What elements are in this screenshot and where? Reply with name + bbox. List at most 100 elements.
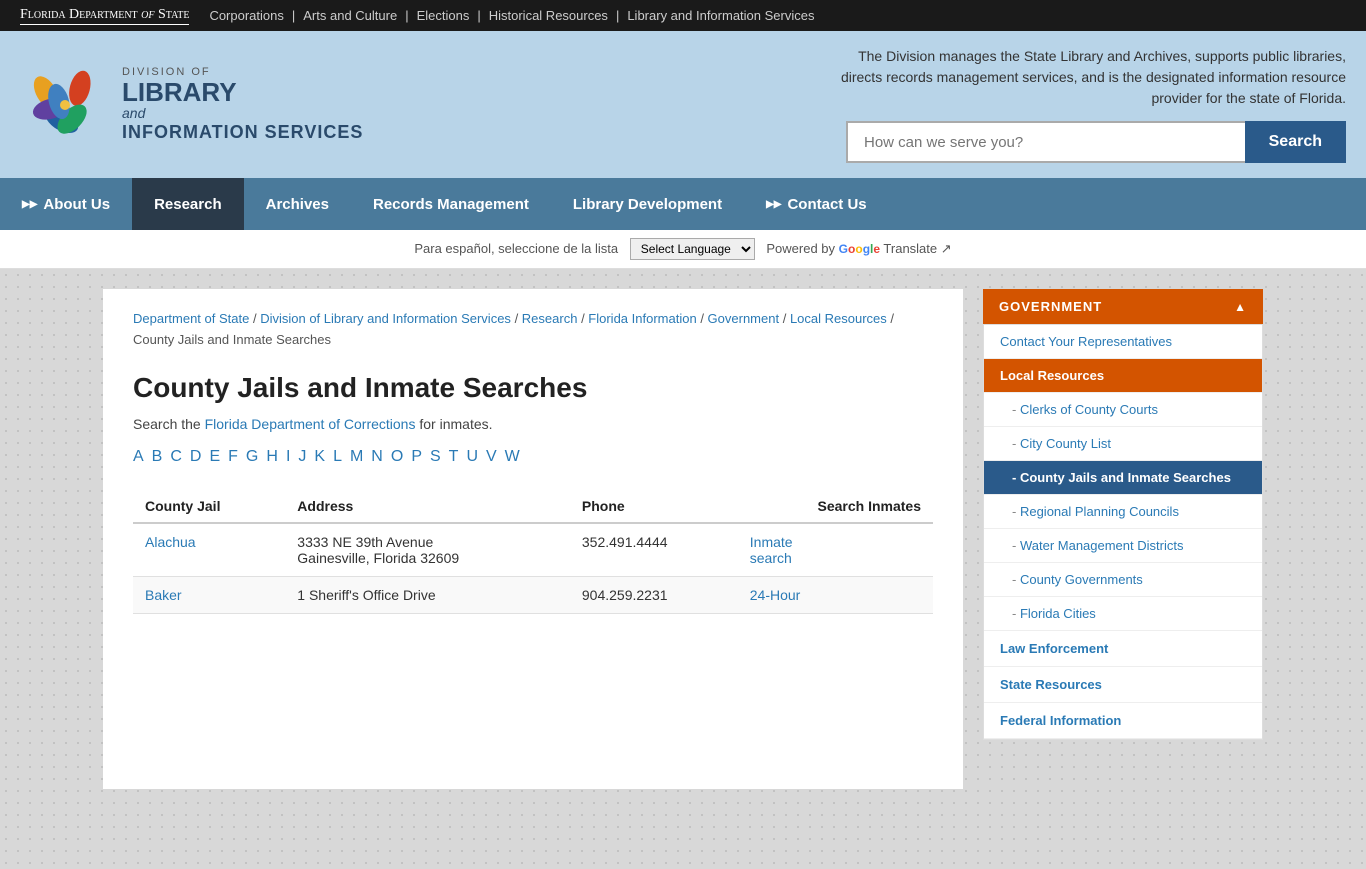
alpha-h[interactable]: H: [266, 448, 278, 466]
inmate-search-link-alachua[interactable]: Inmatesearch: [750, 534, 793, 566]
breadcrumb-research[interactable]: Research: [522, 311, 578, 326]
nav-archives[interactable]: Archives: [244, 178, 351, 230]
alpha-l[interactable]: L: [333, 448, 342, 466]
breadcrumb: Department of State / Division of Librar…: [133, 309, 933, 351]
top-link-elections[interactable]: Elections: [417, 8, 470, 23]
content-wrapper: Department of State / Division of Librar…: [83, 269, 1283, 809]
translate-text: Translate ↗: [883, 241, 951, 256]
logo-text: DIVISION OF LIBRARY and INFORMATION SERV…: [122, 66, 363, 144]
jail-link-alachua[interactable]: Alachua: [145, 534, 196, 550]
sidebar-nav: Contact Your Representatives Local Resou…: [983, 324, 1263, 740]
alpha-c[interactable]: C: [170, 448, 182, 466]
sidebar-clerks[interactable]: Clerks of County Courts: [984, 393, 1262, 427]
sidebar-contact-reps[interactable]: Contact Your Representatives: [984, 325, 1262, 359]
breadcrumb-florida-info[interactable]: Florida Information: [588, 311, 696, 326]
top-link-corporations[interactable]: Corporations: [209, 8, 283, 23]
and-label: and: [122, 105, 363, 122]
sidebar-state-resources[interactable]: State Resources: [984, 667, 1262, 703]
google-logo: Google: [839, 242, 884, 256]
jail-name-baker: Baker: [133, 577, 285, 614]
search-button[interactable]: Search: [1245, 121, 1346, 163]
header-logo: DIVISION OF LIBRARY and INFORMATION SERV…: [20, 60, 363, 150]
sidebar-city-county[interactable]: City County List: [984, 427, 1262, 461]
alpha-a[interactable]: A: [133, 448, 144, 466]
table-row: Baker 1 Sheriff's Office Drive 904.259.2…: [133, 577, 933, 614]
jail-phone-baker: 904.259.2231: [570, 577, 738, 614]
sidebar: GOVERNMENT ▲ Contact Your Representative…: [983, 289, 1263, 789]
table-row: Alachua 3333 NE 39th Avenue Gainesville,…: [133, 523, 933, 577]
sidebar-county-jails[interactable]: County Jails and Inmate Searches: [984, 461, 1262, 495]
page-subtitle: Search the Florida Department of Correct…: [133, 416, 933, 432]
page-title: County Jails and Inmate Searches: [133, 371, 933, 405]
alpha-j[interactable]: J: [298, 448, 306, 466]
sidebar-water-management[interactable]: Water Management Districts: [984, 529, 1262, 563]
jail-search-baker: 24-Hour: [738, 577, 933, 614]
top-link-arts[interactable]: Arts and Culture: [303, 8, 397, 23]
top-link-library[interactable]: Library and Information Services: [627, 8, 814, 23]
division-logo-icon: [20, 60, 110, 150]
alpha-p[interactable]: P: [411, 448, 422, 466]
col-address: Address: [285, 490, 570, 523]
nav-about-us[interactable]: ▶▶ About Us: [0, 178, 132, 230]
breadcrumb-current: County Jails and Inmate Searches: [133, 332, 331, 347]
main-content: Department of State / Division of Librar…: [103, 289, 963, 789]
breadcrumb-government[interactable]: Government: [708, 311, 780, 326]
alpha-b[interactable]: B: [152, 448, 163, 466]
alpha-d[interactable]: D: [190, 448, 202, 466]
header-description: The Division manages the State Library a…: [826, 46, 1346, 109]
jail-search-alachua: Inmatesearch: [738, 523, 933, 577]
search-input[interactable]: [846, 121, 1245, 163]
breadcrumb-division[interactable]: Division of Library and Information Serv…: [260, 311, 511, 326]
language-select[interactable]: Select Language: [630, 238, 755, 260]
nav-library-development[interactable]: Library Development: [551, 178, 744, 230]
alpha-v[interactable]: V: [486, 448, 497, 466]
county-jails-table: County Jail Address Phone Search Inmates…: [133, 490, 933, 614]
jail-phone-alachua: 352.491.4444: [570, 523, 738, 577]
translation-text: Para español, seleccione de la lista: [414, 241, 618, 256]
top-bar: Florida Department of State Corporations…: [0, 0, 1366, 31]
alpha-u[interactable]: U: [466, 448, 478, 466]
inmate-search-link-baker[interactable]: 24-Hour: [750, 587, 801, 603]
alpha-g[interactable]: G: [246, 448, 258, 466]
sidebar-title-text: GOVERNMENT: [999, 299, 1102, 314]
contact-us-arrow: ▶▶: [766, 199, 781, 210]
header: DIVISION OF LIBRARY and INFORMATION SERV…: [0, 31, 1366, 178]
nav-research[interactable]: Research: [132, 178, 244, 230]
alpha-o[interactable]: O: [391, 448, 403, 466]
alpha-e[interactable]: E: [209, 448, 220, 466]
main-nav: ▶▶ About Us Research Archives Records Ma…: [0, 178, 1366, 230]
state-logo: Florida Department of State: [20, 6, 189, 25]
sidebar-law-enforcement[interactable]: Law Enforcement: [984, 631, 1262, 667]
alpha-f[interactable]: F: [228, 448, 238, 466]
sidebar-regional-planning[interactable]: Regional Planning Councils: [984, 495, 1262, 529]
translation-bar: Para español, seleccione de la lista Sel…: [0, 230, 1366, 269]
page-background: Department of State / Division of Librar…: [0, 269, 1366, 869]
jail-address-alachua: 3333 NE 39th Avenue Gainesville, Florida…: [285, 523, 570, 577]
alpha-m[interactable]: M: [350, 448, 363, 466]
breadcrumb-dept-state[interactable]: Department of State: [133, 311, 249, 326]
col-phone: Phone: [570, 490, 738, 523]
jail-link-baker[interactable]: Baker: [145, 587, 182, 603]
jail-address-baker: 1 Sheriff's Office Drive: [285, 577, 570, 614]
col-search-inmates: Search Inmates: [738, 490, 933, 523]
nav-records-management[interactable]: Records Management: [351, 178, 551, 230]
alpha-t[interactable]: T: [449, 448, 459, 466]
breadcrumb-local-resources[interactable]: Local Resources: [790, 311, 887, 326]
sidebar-florida-cities[interactable]: Florida Cities: [984, 597, 1262, 631]
corrections-link[interactable]: Florida Department of Corrections: [205, 416, 416, 432]
alpha-n[interactable]: N: [371, 448, 383, 466]
alpha-w[interactable]: W: [505, 448, 520, 466]
sidebar-county-govts[interactable]: County Governments: [984, 563, 1262, 597]
sidebar-local-resources[interactable]: Local Resources: [984, 359, 1262, 393]
header-right: The Division manages the State Library a…: [403, 46, 1346, 163]
alpha-i[interactable]: I: [286, 448, 290, 466]
jail-name-alachua: Alachua: [133, 523, 285, 577]
alpha-s[interactable]: S: [430, 448, 441, 466]
sidebar-federal-info[interactable]: Federal Information: [984, 703, 1262, 739]
col-county-jail: County Jail: [133, 490, 285, 523]
alpha-k[interactable]: K: [314, 448, 325, 466]
sidebar-section-title[interactable]: GOVERNMENT ▲: [983, 289, 1263, 324]
top-link-historical[interactable]: Historical Resources: [489, 8, 608, 23]
library-label: LIBRARY: [122, 79, 363, 105]
nav-contact-us[interactable]: ▶▶ Contact Us: [744, 178, 889, 230]
